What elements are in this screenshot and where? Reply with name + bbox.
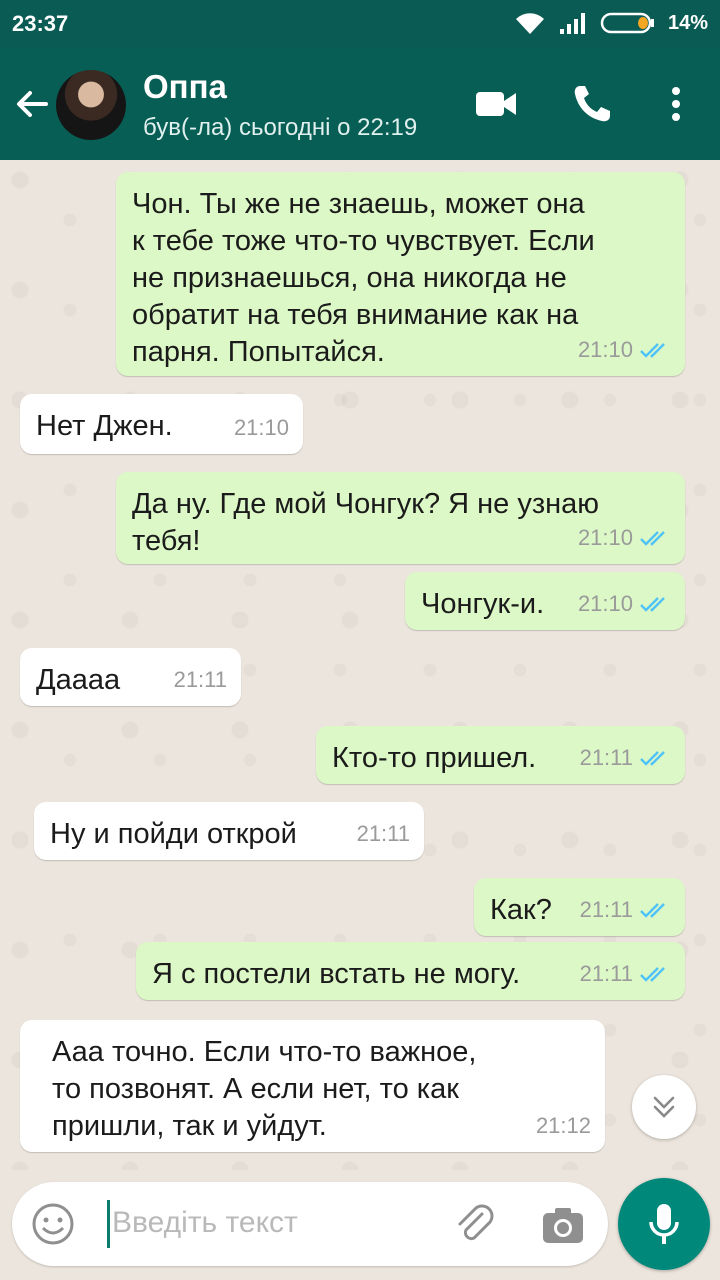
double-check-icon [640, 342, 665, 358]
message-text: Ааа точно. Если что-то важное, то позвон… [52, 1036, 477, 1142]
paperclip-icon[interactable] [452, 1202, 498, 1248]
chat-header: Оппа був(-ла) сьогодні о 22:19 [0, 48, 720, 160]
message-incoming[interactable]: Ааа точно. Если что-то важное, то позвон… [20, 1020, 605, 1152]
message-time: 21:11 [579, 897, 633, 922]
text-cursor [107, 1200, 110, 1248]
last-seen-status[interactable]: був(-ла) сьогодні о 22:19 [143, 114, 417, 142]
battery-icon [600, 12, 654, 34]
status-time: 23:37 [12, 11, 69, 36]
message-outgoing[interactable]: Кто-то пришел. 21:11 [316, 726, 685, 784]
emoji-icon[interactable] [30, 1201, 76, 1247]
contact-avatar[interactable] [56, 70, 126, 140]
message-input[interactable]: Введіть текст [112, 1206, 298, 1240]
signal-icon [559, 13, 585, 34]
wifi-icon [515, 13, 544, 35]
double-check-icon [640, 902, 665, 918]
microphone-icon [649, 1204, 679, 1244]
message-time: 21:12 [535, 1113, 591, 1138]
message-outgoing[interactable]: Чонгук-и. 21:10 [405, 572, 685, 630]
double-check-icon [640, 966, 665, 982]
more-options-icon[interactable] [654, 82, 698, 126]
message-incoming[interactable]: Нет Джен. 21:10 [20, 394, 303, 454]
double-check-icon [640, 750, 665, 766]
message-list[interactable]: Чон. Ты же не знаешь, может она к тебе т… [0, 160, 720, 1170]
scroll-to-bottom-button[interactable] [632, 1075, 696, 1139]
message-time: 21:10 [577, 591, 633, 616]
back-arrow-icon[interactable] [12, 84, 52, 124]
message-outgoing[interactable]: Я с постели встать не могу. 21:11 [136, 942, 685, 1000]
battery-percent: 14% [667, 11, 708, 34]
message-composer: Введіть текст [12, 1182, 608, 1266]
phone-call-icon[interactable] [570, 82, 614, 126]
double-chevron-down-icon [653, 1096, 675, 1118]
camera-icon[interactable] [540, 1202, 586, 1248]
double-check-icon [640, 530, 665, 546]
status-bar: 23:37 14% [0, 0, 720, 48]
message-text: Ну и пойди открой [50, 818, 297, 850]
message-outgoing[interactable]: Чон. Ты же не знаешь, может она к тебе т… [116, 172, 685, 376]
double-check-icon [640, 596, 665, 612]
contact-name[interactable]: Оппа [143, 68, 227, 106]
video-call-icon[interactable] [474, 82, 518, 126]
message-time: 21:10 [233, 415, 289, 440]
message-incoming[interactable]: Ну и пойди открой 21:11 [34, 802, 424, 860]
message-time: 21:11 [356, 821, 410, 846]
message-time: 21:11 [579, 961, 633, 986]
message-outgoing[interactable]: Как? 21:11 [474, 878, 685, 936]
message-incoming[interactable]: Даааа 21:11 [20, 648, 241, 706]
voice-message-button[interactable] [618, 1178, 710, 1270]
message-time: 21:11 [579, 745, 633, 770]
message-time: 21:11 [173, 667, 227, 692]
message-time: 21:10 [577, 337, 633, 362]
message-time: 21:10 [577, 525, 633, 550]
message-outgoing[interactable]: Да ну. Где мой Чонгук? Я не узнаю тебя! … [116, 472, 685, 564]
